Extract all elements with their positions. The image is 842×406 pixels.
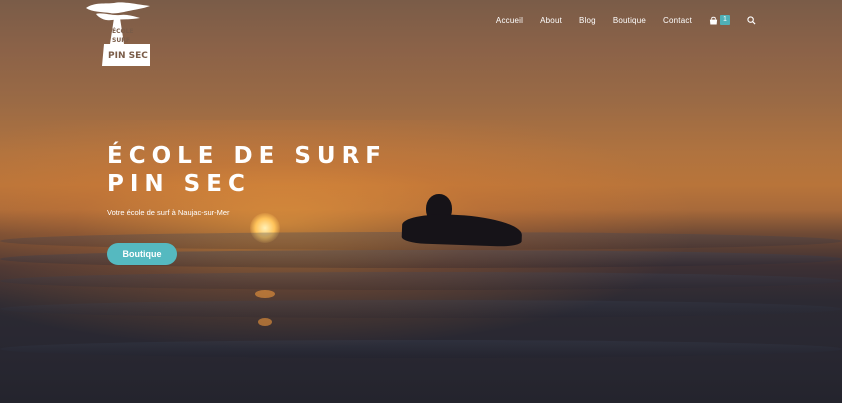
hero-title-line: PIN SEC bbox=[107, 171, 251, 197]
cart-button[interactable]: 1 bbox=[709, 15, 730, 25]
nav-item-boutique[interactable]: Boutique bbox=[613, 16, 646, 25]
wave-line bbox=[0, 340, 842, 358]
main-nav: Accueil About Blog Boutique Contact 1 bbox=[496, 15, 756, 25]
nav-item-about[interactable]: About bbox=[540, 16, 562, 25]
sun-reflection bbox=[258, 318, 272, 326]
sun-reflection bbox=[255, 290, 275, 298]
logo-text: ÉCOLE bbox=[112, 27, 134, 35]
wave-line bbox=[0, 272, 842, 290]
hero-title: ÉCOLE DE SURF PIN SEC bbox=[107, 142, 387, 198]
shopping-bag-icon bbox=[709, 16, 718, 25]
boutique-button[interactable]: Boutique bbox=[107, 243, 177, 265]
logo-text: SURF bbox=[112, 37, 130, 44]
hero-title-line: ÉCOLE DE SURF bbox=[107, 143, 387, 169]
nav-item-blog[interactable]: Blog bbox=[579, 16, 596, 25]
nav-item-accueil[interactable]: Accueil bbox=[496, 16, 523, 25]
tree-logo[interactable]: ÉCOLE SURF PIN SEC bbox=[84, 0, 154, 68]
logo-text: PIN SEC bbox=[108, 51, 148, 61]
hero-subtitle: Votre école de surf à Naujac-sur-Mer bbox=[107, 208, 230, 217]
nav-item-contact[interactable]: Contact bbox=[663, 16, 692, 25]
wave-line bbox=[0, 300, 842, 318]
cart-count-badge: 1 bbox=[720, 15, 730, 25]
search-icon[interactable] bbox=[747, 15, 756, 25]
